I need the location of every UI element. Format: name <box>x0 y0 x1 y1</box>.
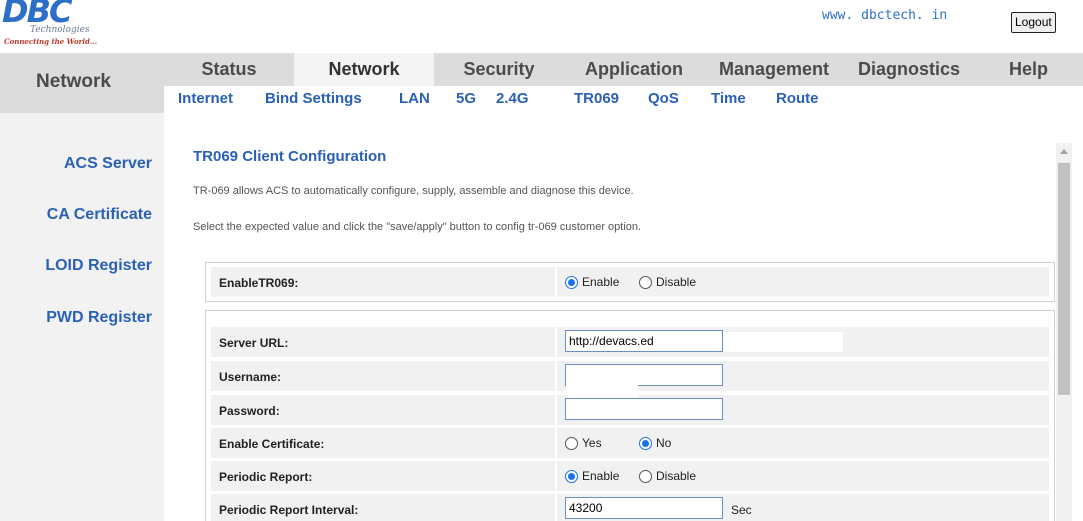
side-item-ca-certificate[interactable]: CA Certificate <box>47 206 152 224</box>
radio-unselected-icon[interactable] <box>639 275 652 289</box>
redacted-area <box>571 366 639 384</box>
enable-tr069-value: Enable Disable <box>555 267 1049 297</box>
tab-status[interactable]: Status <box>164 53 294 86</box>
tab-application[interactable]: Application <box>564 53 704 86</box>
site-url: www. dbctech. in <box>822 8 948 23</box>
server-url-input[interactable] <box>565 330 723 352</box>
tab-help[interactable]: Help <box>974 53 1083 86</box>
enable-tr069-box: EnableTR069: Enable Disable <box>205 262 1055 302</box>
radio-selected-icon[interactable] <box>565 275 578 289</box>
sub-tabs: Internet Bind Settings LAN 5G 2.4G TR069… <box>164 86 1083 113</box>
periodic-report-enable-radio[interactable]: Enable <box>565 469 619 483</box>
main-tabs: Status Network Security Application Mana… <box>164 53 1083 86</box>
certificate-yes-radio[interactable]: Yes <box>565 436 602 450</box>
subtab-5g[interactable]: 5G <box>456 90 476 107</box>
subtab-time[interactable]: Time <box>711 90 746 107</box>
enable-tr069-disable-radio[interactable]: Disable <box>639 275 696 289</box>
radio-selected-icon[interactable] <box>565 469 578 483</box>
tab-security[interactable]: Security <box>434 53 564 86</box>
periodic-interval-row: Periodic Report Interval: Sec <box>211 494 1049 521</box>
side-item-acs-server[interactable]: ACS Server <box>64 155 152 173</box>
radio-selected-icon[interactable] <box>639 436 652 450</box>
description-text: TR-069 allows ACS to automatically confi… <box>193 185 634 197</box>
enable-certificate-row: Enable Certificate: Yes No <box>211 428 1049 458</box>
subtab-2-4g[interactable]: 2.4G <box>496 90 529 107</box>
password-row: Password: <box>211 385 1049 425</box>
redacted-area <box>566 385 638 398</box>
main-content: TR069 Client Configuration TR-069 allows… <box>164 127 1056 521</box>
server-url-row: Server URL: <box>211 327 1049 357</box>
enable-certificate-label: Enable Certificate: <box>219 437 325 451</box>
section-title: Network <box>36 71 111 92</box>
certificate-no-radio[interactable]: No <box>639 436 671 450</box>
side-item-pwd-register[interactable]: PWD Register <box>46 309 152 327</box>
password-input[interactable] <box>565 398 723 420</box>
periodic-report-disable-radio[interactable]: Disable <box>639 469 696 483</box>
acs-settings-box: Server URL: Username: Password: Enable C… <box>205 310 1055 521</box>
enable-tr069-row: EnableTR069: Enable Disable <box>211 267 1049 297</box>
radio-unselected-icon[interactable] <box>639 469 652 483</box>
radio-unselected-icon[interactable] <box>565 436 578 450</box>
page-header: DBC Technologies Connecting the World...… <box>0 0 1083 50</box>
logout-button[interactable]: Logout <box>1011 12 1056 33</box>
tab-management[interactable]: Management <box>704 53 844 86</box>
dbc-logo: DBC Technologies Connecting the World... <box>0 0 110 50</box>
enable-tr069-enable-radio[interactable]: Enable <box>565 275 619 289</box>
vertical-scrollbar[interactable] <box>1056 143 1072 521</box>
logo-subtitle: Technologies <box>30 25 90 35</box>
tab-diagnostics[interactable]: Diagnostics <box>844 53 974 86</box>
scrollbar-thumb[interactable] <box>1058 163 1070 395</box>
enable-tr069-label: EnableTR069: <box>219 276 299 290</box>
tab-network[interactable]: Network <box>294 53 434 86</box>
subtab-lan[interactable]: LAN <box>399 90 430 107</box>
logo-tagline: Connecting the World... <box>4 37 98 46</box>
username-label: Username: <box>219 370 282 384</box>
subtab-tr069[interactable]: TR069 <box>574 90 619 107</box>
page-title: TR069 Client Configuration <box>193 148 387 165</box>
server-url-label: Server URL: <box>219 336 289 350</box>
periodic-report-row: Periodic Report: Enable Disable <box>211 461 1049 491</box>
password-label: Password: <box>219 404 280 418</box>
subtab-route[interactable]: Route <box>776 90 819 107</box>
subtab-bind-settings[interactable]: Bind Settings <box>265 90 362 107</box>
subtab-internet[interactable]: Internet <box>178 90 233 107</box>
instruction-text: Select the expected value and click the … <box>193 221 642 233</box>
periodic-report-label: Periodic Report: <box>219 470 313 484</box>
side-item-loid-register[interactable]: LOID Register <box>45 257 152 275</box>
periodic-interval-label: Periodic Report Interval: <box>219 503 359 517</box>
periodic-interval-input[interactable] <box>565 497 723 519</box>
main-navigation: Network Status Network Security Applicat… <box>0 53 1083 113</box>
side-menu: ACS Server CA Certificate LOID Register … <box>0 127 164 521</box>
subtab-qos[interactable]: QoS <box>648 90 679 107</box>
nav-spacer <box>0 113 1083 127</box>
scroll-up-arrow-icon[interactable] <box>1056 143 1072 160</box>
redacted-area <box>723 332 843 352</box>
interval-unit: Sec <box>731 503 752 517</box>
